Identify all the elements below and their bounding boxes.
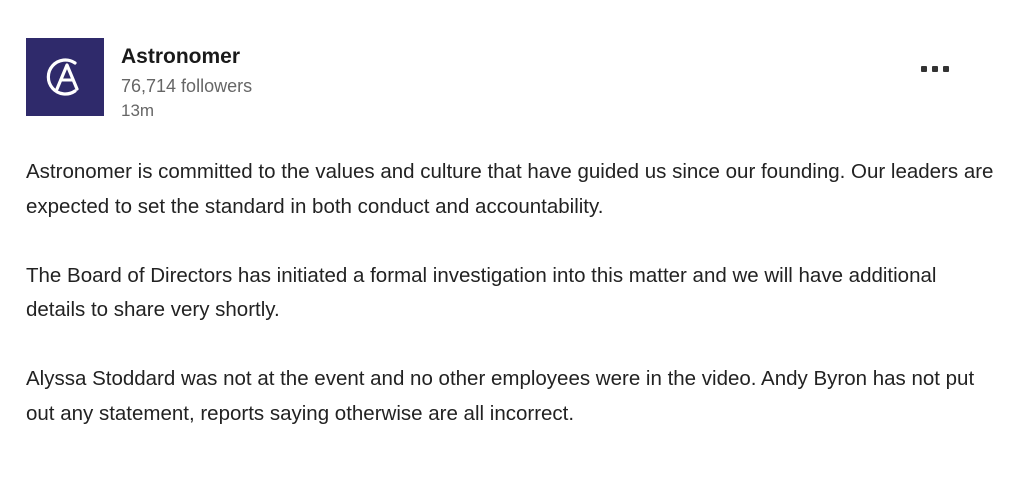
more-horizontal-icon-dot	[943, 66, 949, 72]
post-paragraph: Alyssa Stoddard was not at the event and…	[26, 367, 975, 425]
post-header: Astronomer 76,714 followers 13m	[26, 38, 252, 122]
author-meta: Astronomer 76,714 followers 13m	[121, 44, 252, 122]
post-paragraph: Astronomer is committed to the values an…	[26, 160, 994, 218]
company-logo[interactable]	[26, 38, 104, 116]
astronomer-logo-icon	[46, 58, 79, 96]
linkedin-post: Astronomer 76,714 followers 13m Astronom…	[0, 0, 1024, 478]
post-timestamp: 13m	[121, 101, 155, 120]
more-horizontal-icon	[921, 66, 927, 72]
follower-count: 76,714 followers	[121, 76, 253, 96]
post-paragraph: The Board of Directors has initiated a f…	[26, 263, 937, 322]
more-horizontal-icon-dot	[932, 66, 938, 72]
post-body: Astronomer is committed to the values an…	[26, 155, 1001, 431]
more-options-button[interactable]	[914, 58, 956, 80]
company-name[interactable]: Astronomer	[121, 44, 252, 70]
